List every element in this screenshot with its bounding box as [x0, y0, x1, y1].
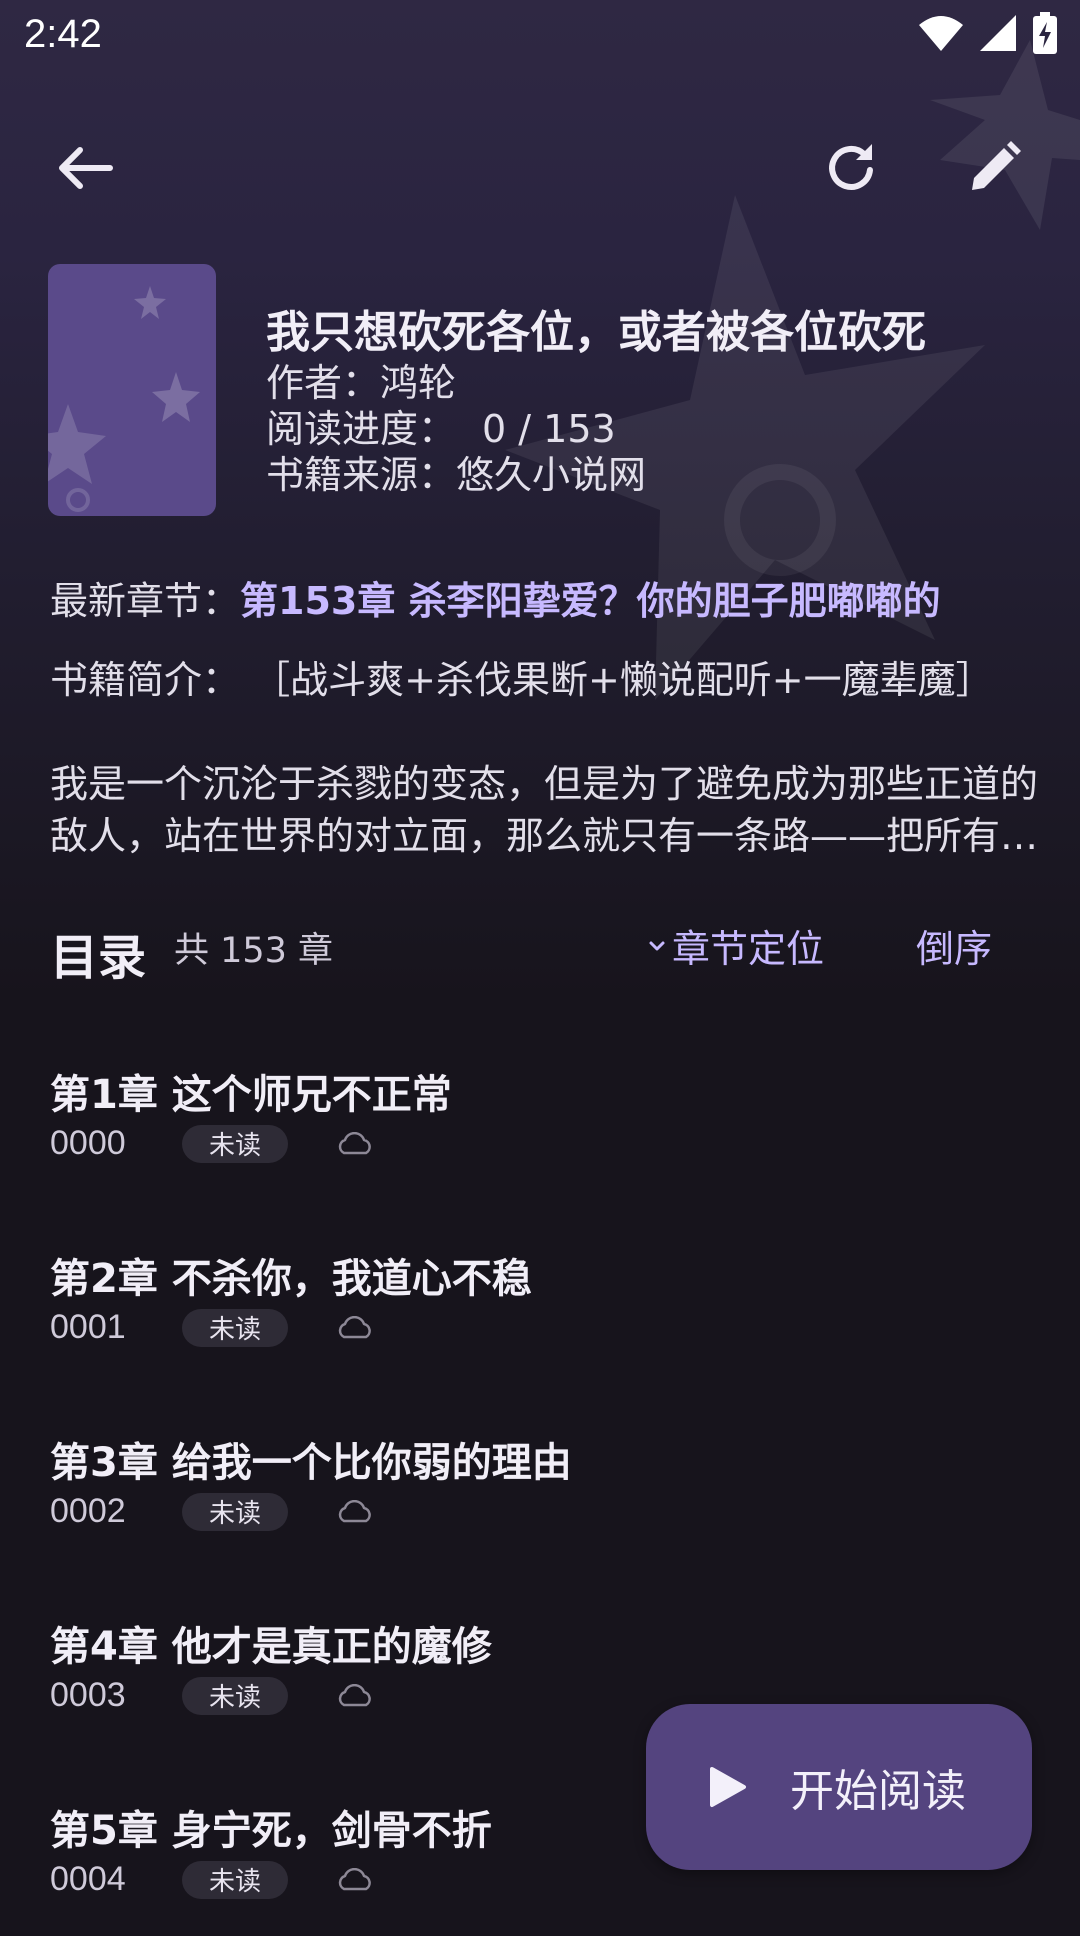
latest-chapter-line[interactable]: 最新章节：第153章 杀李阳挚爱？你的胆子肥嘟嘟的 [50, 570, 941, 625]
chapter-title: 第3章 给我一个比你弱的理由 [50, 1440, 572, 1486]
play-icon [710, 1767, 746, 1807]
book-cover[interactable] [48, 264, 216, 516]
unread-badge: 未读 [182, 1492, 288, 1531]
chapter-item[interactable]: 第1章 这个师兄不正常 0000 未读 [0, 1016, 1080, 1200]
cloud-icon [336, 1683, 374, 1708]
source-name: 悠久小说网 [456, 453, 647, 497]
unread-badge: 未读 [182, 1124, 288, 1163]
chapter-item[interactable]: 第2章 不杀你，我道心不稳 0001 未读 [0, 1200, 1080, 1384]
chapter-number: 0000 [50, 1124, 126, 1162]
wifi-icon [919, 16, 963, 51]
refresh-button[interactable] [804, 120, 900, 216]
latest-chapter-label: 最新章节： [50, 579, 241, 623]
unread-badge: 未读 [182, 1676, 288, 1715]
start-reading-label: 开始阅读 [790, 1766, 966, 1817]
arrow-left-icon [59, 147, 113, 189]
intro-tags: ［战斗爽+杀伐果断+懒说配听+一魔辈魔］ [252, 658, 994, 702]
battery-charging-icon [1033, 12, 1057, 54]
reverse-order-button[interactable]: 倒序 [916, 918, 992, 973]
status-time: 2:42 [24, 12, 102, 56]
cloud-icon [336, 1499, 374, 1524]
chapter-locate-label: 章节定位 [672, 927, 825, 971]
chapter-number: 0004 [50, 1860, 126, 1898]
latest-chapter-link[interactable]: 第153章 杀李阳挚爱？你的胆子肥嘟嘟的 [240, 579, 941, 623]
chapter-title: 第1章 这个师兄不正常 [50, 1072, 452, 1118]
intro-label: 书籍简介： [50, 658, 241, 702]
signal-icon [980, 15, 1016, 51]
chapter-title: 第5章 身宁死，剑骨不折 [50, 1808, 492, 1854]
edit-button[interactable] [946, 120, 1042, 216]
source-line[interactable]: 书籍来源：悠久小说网 [266, 444, 646, 499]
chapter-number: 0002 [50, 1492, 126, 1530]
back-button[interactable] [36, 120, 132, 216]
source-label: 书籍来源： [266, 453, 457, 497]
cover-star-art [48, 286, 200, 512]
unread-badge: 未读 [182, 1308, 288, 1347]
cloud-icon [336, 1315, 374, 1340]
refresh-icon [829, 144, 873, 190]
chapter-number: 0001 [50, 1308, 126, 1346]
unread-badge: 未读 [182, 1860, 288, 1899]
status-icons [918, 12, 1058, 54]
chevron-down-icon [649, 941, 665, 950]
chapter-title: 第4章 他才是真正的魔修 [50, 1624, 492, 1670]
chapter-title: 第2章 不杀你，我道心不稳 [50, 1256, 532, 1302]
cloud-icon [336, 1131, 374, 1156]
chapter-item[interactable]: 第3章 给我一个比你弱的理由 0002 未读 [0, 1384, 1080, 1568]
start-reading-button[interactable]: 开始阅读 [646, 1704, 1032, 1870]
intro-body: 我是一个沉沦于杀戮的变态，但是为了避免成为那些正道的敌人，站在世界的对立面，那么… [50, 762, 1039, 858]
book-title: 我只想砍死各位，或者被各位砍死 [266, 307, 926, 358]
chapter-locate-button[interactable]: 章节定位 [646, 918, 824, 973]
toc-title: 目录 [50, 930, 147, 986]
cloud-icon [336, 1867, 374, 1892]
pencil-icon [972, 141, 1021, 190]
chapter-number: 0003 [50, 1676, 126, 1714]
toc-count: 共 153 章 [174, 931, 334, 971]
book-intro[interactable]: 书籍简介： ［战斗爽+杀伐果断+懒说配听+一魔辈魔］ 我是一个沉沦于杀戮的变态，… [50, 654, 1040, 862]
